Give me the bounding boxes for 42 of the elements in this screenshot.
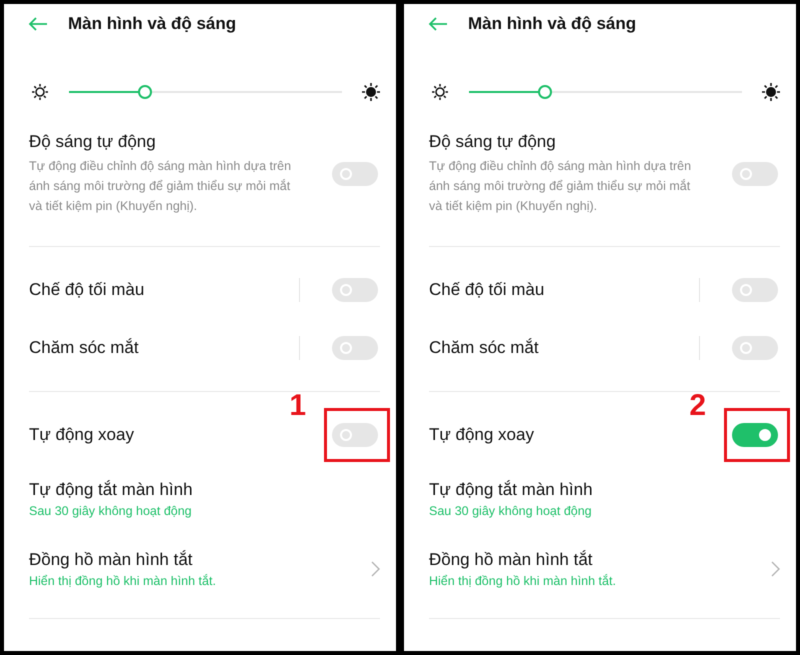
toggle-switch[interactable] [332,278,378,302]
low-brightness-icon [31,83,49,101]
setting-description: Tự động điều chỉnh độ sáng màn hình dựa trên ánh sáng môi trường để giảm thiểu sự mỏi mắt và tiết kiệm pin (Khuyến nghị). [429,158,692,215]
highlight-box [724,408,790,462]
highlight-box [324,408,390,462]
step-number: 1 [289,389,306,423]
setting-value: Hiển thị đồng hồ khi màn hình tắt. [429,574,617,588]
slider-thumb[interactable] [138,85,152,99]
setting-label: Tự động xoay [429,425,535,445]
toggle-switch[interactable] [732,423,778,447]
back-icon[interactable] [28,17,48,31]
setting-label: Chế độ tối màu [429,280,546,300]
page-title: Màn hình và độ sáng [468,14,636,34]
setting-label: Tự động tắt màn hình [429,480,594,500]
setting-value: Hiển thị đồng hồ khi màn hình tắt. [29,574,217,588]
toggle-switch[interactable] [332,162,378,186]
setting-label: Đồng hồ màn hình tắt [29,550,194,570]
setting-label: Đồng hồ màn hình tắt [429,550,594,570]
back-icon[interactable] [428,17,448,31]
toggle-switch[interactable] [332,336,378,360]
setting-label: Độ sáng tự động [429,132,557,152]
setting-label: Độ sáng tự động [29,132,157,152]
setting-label: Chăm sóc mắt [429,338,540,358]
setting-label: Chăm sóc mắt [29,338,140,358]
setting-value: Sau 30 giây không hoạt động [29,504,193,518]
setting-description: Tự động điều chỉnh độ sáng màn hình dựa trên ánh sáng môi trường để giảm thiểu sự mỏi mắt và tiết kiệm pin (Khuyến nghị). [29,158,292,215]
toggle-switch[interactable] [732,162,778,186]
setting-label: Tự động xoay [29,425,135,445]
page-title: Màn hình và độ sáng [68,14,236,34]
high-brightness-icon [762,83,780,101]
low-brightness-icon [431,83,449,101]
slider-thumb[interactable] [538,85,552,99]
step-number: 2 [689,389,706,423]
chevron-icon[interactable] [770,561,780,577]
setting-label: Chế độ tối màu [29,280,146,300]
setting-value: Sau 30 giây không hoạt động [429,504,593,518]
high-brightness-icon [362,83,380,101]
toggle-switch[interactable] [732,336,778,360]
chevron-icon[interactable] [370,561,380,577]
toggle-switch[interactable] [332,423,378,447]
setting-label: Tự động tắt màn hình [29,480,194,500]
toggle-switch[interactable] [732,278,778,302]
